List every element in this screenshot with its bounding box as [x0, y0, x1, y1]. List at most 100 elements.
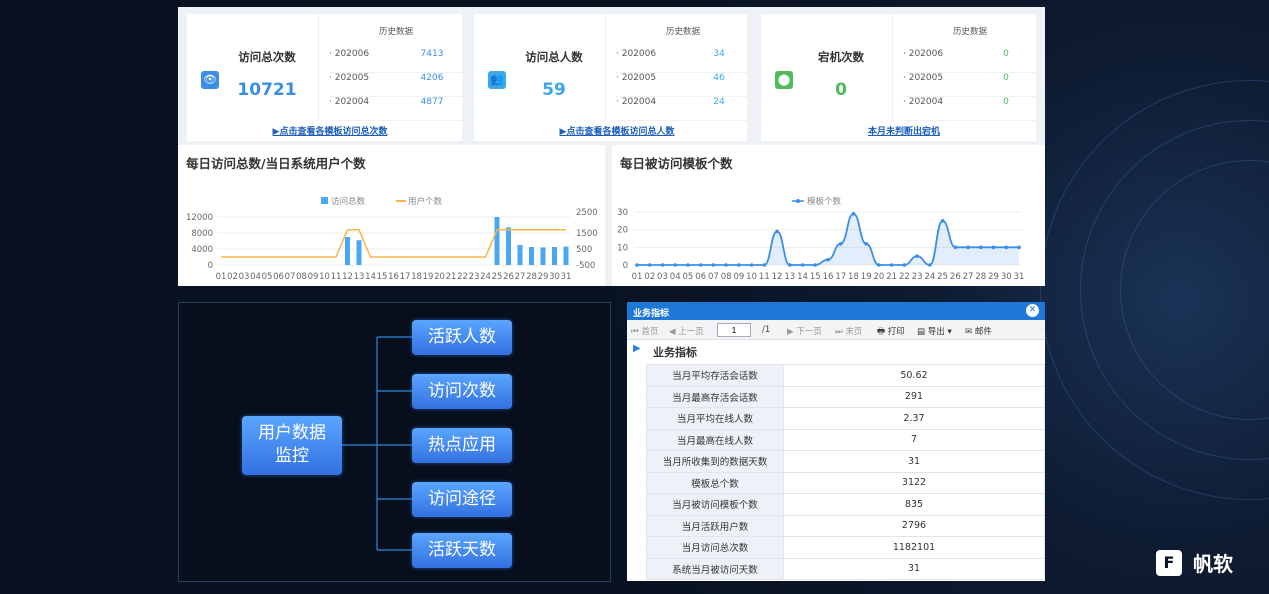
point-templates	[991, 245, 996, 250]
metric-value: 291	[783, 385, 1045, 408]
bar-visits	[552, 247, 557, 265]
metric-name: 当月访问总次数	[646, 536, 784, 559]
metric-name: 当月所收集到的数据天数	[646, 450, 784, 473]
x-tick-label: 09	[733, 272, 744, 282]
history-period: · 202005	[329, 73, 370, 83]
prev-page-button[interactable]: ◀ 上一页	[669, 325, 704, 337]
x-tick-label: 07	[708, 272, 719, 282]
report-titlebar: 业务指标 ✕	[627, 302, 1045, 320]
x-tick-label: 29	[538, 272, 549, 282]
export-button[interactable]: ▤ 导出 ▾	[917, 325, 952, 337]
history-value: 7413	[420, 49, 444, 59]
mindmap-branch-access-paths: 访问途径	[412, 482, 512, 517]
history-row: · 202005 0	[903, 73, 1043, 97]
point-templates	[826, 257, 830, 262]
history-title: 历史数据	[952, 27, 987, 37]
card-big-value: 59	[542, 80, 566, 100]
metric-value: 31	[783, 557, 1045, 580]
x-tick-label: 27	[515, 272, 526, 282]
mindmap-center-line1: 用户数据	[258, 423, 326, 443]
x-tick-label: 14	[365, 272, 376, 282]
point-templates	[928, 263, 932, 267]
point-templates	[864, 242, 868, 246]
point-templates	[724, 263, 728, 267]
point-templates	[775, 229, 779, 234]
history-period: · 202005	[903, 73, 944, 83]
card-link: 本月未判断出宕机	[867, 127, 940, 137]
last-page-button[interactable]: ⏭ 末页	[835, 325, 862, 337]
x-tick-label: 06	[273, 272, 284, 282]
card-summary	[187, 14, 319, 121]
y-tick: 30	[617, 208, 628, 218]
page-number-input[interactable]	[717, 323, 751, 337]
x-tick-label: 23	[469, 272, 480, 282]
history-period: · 202006	[616, 49, 657, 59]
y-tick-left: 4000	[191, 245, 213, 255]
close-icon[interactable]: ✕	[1026, 304, 1039, 317]
mail-button[interactable]: ✉ 邮件	[965, 325, 992, 337]
x-tick-label: 12	[342, 272, 353, 282]
card-big-value: 10721	[237, 80, 297, 100]
x-tick-label: 24	[924, 272, 935, 282]
table-row: 当月活跃用户数 2796	[646, 514, 1045, 537]
point-templates	[800, 263, 805, 267]
point-templates	[686, 263, 690, 267]
card-link[interactable]: ▶点击查看各模板访问总次数	[187, 124, 473, 137]
metric-name: 当月平均存活会话数	[646, 364, 784, 387]
bar-visits	[540, 247, 546, 265]
daily-template-panel: 每日被访问模板个数 模板个数 30 20 10 0 01 02 03 04 05 06 07 08 09 1…	[612, 145, 1045, 286]
point-templates	[838, 242, 843, 246]
point-templates	[698, 263, 703, 267]
brand-logo-icon: F	[1156, 549, 1182, 576]
legend-swatch-visits	[321, 197, 328, 204]
x-tick-label: 06	[695, 272, 706, 282]
x-tick-label: 05	[683, 272, 694, 282]
x-tick-label: 17	[400, 272, 411, 282]
metric-name: 当月最高在线人数	[646, 428, 784, 451]
x-tick-label: 15	[377, 272, 388, 282]
mindmap-branch-visits: 访问次数	[412, 374, 512, 409]
page-total: /1	[762, 325, 771, 335]
x-tick-label: 16	[388, 272, 399, 282]
history-value: 24	[713, 97, 725, 107]
x-tick-label: 25	[937, 272, 948, 282]
legend-label-users: 用户个数	[408, 196, 443, 207]
x-tick-label: 31	[1014, 272, 1025, 282]
metric-value: 2.37	[783, 407, 1045, 430]
x-tick-label: 03	[239, 272, 250, 282]
table-row: 当月访问总次数 1182101	[646, 536, 1045, 559]
report-section: ▶ 业务指标	[627, 340, 1045, 361]
x-tick-label: 12	[772, 272, 783, 282]
point-templates	[902, 263, 907, 267]
first-page-button[interactable]: ⏮ 首页	[631, 325, 658, 337]
y-tick: 10	[617, 243, 628, 253]
history-value: 4206	[420, 73, 444, 83]
x-tick-label: 26	[503, 272, 514, 282]
expand-arrow-icon[interactable]: ▶	[633, 343, 641, 354]
print-button[interactable]: 🖶 打印	[877, 325, 905, 340]
metric-value: 31	[783, 450, 1045, 473]
mindmap-panel: 用户数据 监控 活跃人数 访问次数 热点应用 访问途径 活跃天数	[178, 302, 611, 582]
table-row: 系统当月被访问天数 31	[646, 557, 1045, 580]
point-templates	[788, 263, 792, 267]
history-value: 0	[1003, 97, 1009, 107]
history-title: 历史数据	[665, 27, 700, 37]
y-tick-left: 12000	[186, 213, 213, 223]
next-page-button[interactable]: ▶ 下一页	[787, 325, 822, 337]
metric-value: 835	[783, 493, 1045, 516]
x-tick-label: 11	[759, 272, 770, 282]
point-templates	[737, 263, 741, 267]
point-templates	[673, 263, 677, 267]
point-templates	[660, 263, 665, 267]
x-tick-label: 19	[423, 272, 434, 282]
x-tick-label: 21	[886, 272, 897, 282]
x-tick-label: 27	[963, 272, 974, 282]
x-tick-label: 01	[216, 272, 227, 282]
table-row: 当月平均在线人数 2.37	[646, 407, 1045, 430]
table-row: 当月平均存活会话数 50.62	[646, 364, 1045, 387]
card-link[interactable]: ▶点击查看各模板访问总人数	[474, 124, 760, 137]
x-tick-label: 13	[354, 272, 365, 282]
history-period: · 202006	[903, 49, 944, 59]
x-tick-label: 18	[411, 272, 422, 282]
bar-visits	[356, 240, 362, 265]
